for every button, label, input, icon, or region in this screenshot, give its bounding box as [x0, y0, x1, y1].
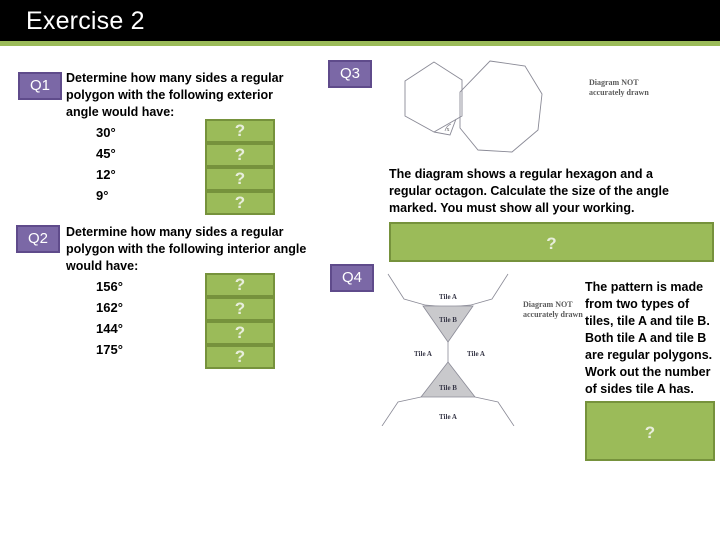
answer-stack-q2: ? ? ? ? — [205, 273, 275, 369]
angle-list-q1: 30° 45° 12° 9° — [96, 122, 116, 206]
angle-item: 45° — [96, 146, 116, 161]
tile-label-bottom-b: Tile B — [439, 384, 457, 392]
question-prompt-q4: The pattern is made from two types of ti… — [585, 280, 713, 396]
tile-label-mid-right-a: Tile A — [467, 350, 485, 358]
answer-stack-q1: ? ? ? ? — [205, 119, 275, 215]
question-badge-q2[interactable]: Q2 — [16, 225, 60, 253]
diagram-note-line1: Diagram NOT — [589, 78, 639, 87]
diagram-note-line2: accurately drawn — [523, 310, 583, 319]
question-prompt-q3: The diagram shows a regular hexagon and … — [389, 167, 669, 215]
question-badge-q3[interactable]: Q3 — [328, 60, 372, 88]
angle-item: 12° — [96, 167, 116, 182]
angle-marker-label: x — [447, 127, 450, 133]
angle-item: 144° — [96, 321, 123, 336]
diagram-note-line1: Diagram NOT — [523, 300, 573, 309]
angle-item: 9° — [96, 188, 109, 203]
slide-canvas: Exercise 2 Q1 Determine how many sides a… — [0, 0, 720, 540]
angle-list-q2: 156° 162° 144° 175° — [96, 276, 123, 360]
hexagon-octagon-diagram: x — [390, 48, 580, 168]
diagram-note-q3: Diagram NOT accurately drawn — [589, 78, 649, 98]
answer-box-q4[interactable]: ? — [585, 401, 715, 461]
answer-box[interactable]: ? — [205, 321, 275, 345]
angle-item: 156° — [96, 279, 123, 294]
answer-box[interactable]: ? — [205, 119, 275, 143]
question-prompt-q1: Determine how many sides a regular polyg… — [66, 71, 284, 119]
octagon-shape — [459, 60, 543, 153]
tile-label-bottom-a: Tile A — [439, 413, 457, 421]
tile-a-edge-bottom-left — [381, 396, 422, 426]
question-badge-q1[interactable]: Q1 — [18, 72, 62, 100]
tile-a-edge-bottom-right — [474, 396, 515, 426]
angle-item: 30° — [96, 125, 116, 140]
answer-box[interactable]: ? — [205, 143, 275, 167]
angle-item: 175° — [96, 342, 123, 357]
tile-b-shape-top — [422, 305, 474, 343]
page-title: Exercise 2 — [26, 7, 145, 35]
answer-box[interactable]: ? — [205, 191, 275, 215]
answer-box-q3[interactable]: ? — [389, 222, 714, 262]
answer-box[interactable]: ? — [205, 345, 275, 369]
diagram-note-line2: accurately drawn — [589, 88, 649, 97]
angle-item: 162° — [96, 300, 123, 315]
tile-a-edge-top-left — [387, 273, 426, 306]
header-accent-strip — [0, 41, 720, 46]
tile-pattern-diagram: Tile A Tile B Tile A Tile A Tile B Tile … — [368, 266, 528, 426]
hexagon-shape — [404, 61, 463, 133]
tile-label-mid-left-a: Tile A — [414, 350, 432, 358]
tile-label-top-a: Tile A — [439, 293, 457, 301]
answer-box[interactable]: ? — [205, 297, 275, 321]
answer-box[interactable]: ? — [205, 167, 275, 191]
tile-label-top-b: Tile B — [439, 316, 457, 324]
answer-box[interactable]: ? — [205, 273, 275, 297]
diagram-note-q4: Diagram NOT accurately drawn — [523, 300, 583, 320]
tile-a-edge-top-right — [470, 273, 509, 306]
question-prompt-q2: Determine how many sides a regular polyg… — [66, 225, 307, 273]
